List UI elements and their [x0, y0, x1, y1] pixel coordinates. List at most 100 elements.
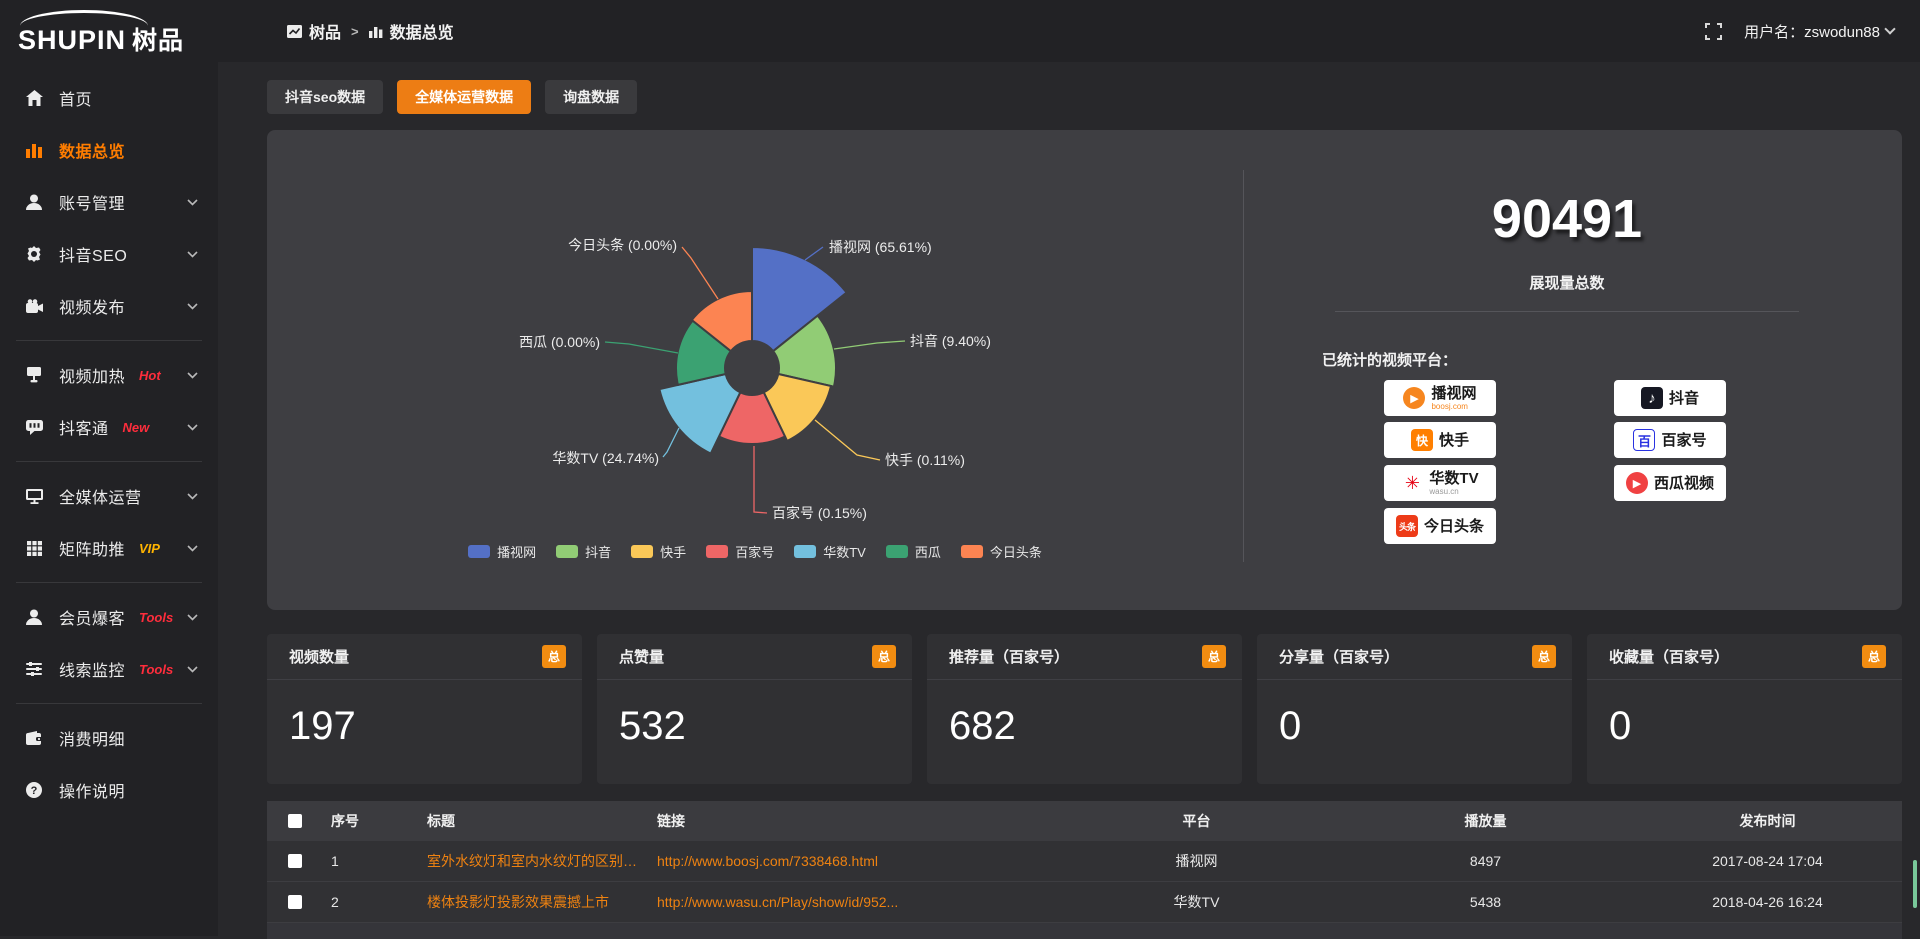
- legend-item-今日头条[interactable]: 今日头条: [961, 542, 1042, 561]
- sidebar-item-label: 账号管理: [59, 190, 125, 214]
- stat-card-favorites: 收藏量（百家号）总 0: [1587, 634, 1902, 784]
- tab-douyin-seo-data[interactable]: 抖音seo数据: [267, 80, 383, 114]
- platform-badge-boosj: ▶ 播视网 boosj.com: [1384, 380, 1496, 416]
- sidebar-item-label: 消费明细: [59, 726, 125, 750]
- stat-card-recommends: 推荐量（百家号）总 682: [927, 634, 1242, 784]
- platform-name: 快手: [1439, 433, 1469, 448]
- stat-card-title: 点赞量: [619, 646, 664, 667]
- bar-chart-icon: [369, 25, 383, 38]
- breadcrumb-current[interactable]: 数据总览: [369, 19, 454, 43]
- data-tabs: 抖音seo数据 全媒体运营数据 询盘数据: [267, 80, 637, 114]
- rose-pie-chart[interactable]: 播视网 (65.61%)抖音 (9.40%)快手 (0.11%)百家号 (0.1…: [267, 130, 1243, 610]
- col-header-platform: 平台: [1055, 811, 1338, 831]
- pie-label-line: [682, 247, 718, 299]
- tools-badge: Tools: [139, 662, 173, 677]
- sidebar-item-doukertong[interactable]: 抖客通 New: [0, 401, 218, 453]
- cell-url-link[interactable]: http://www.wasu.cn/Play/show/id/952...: [649, 894, 1055, 910]
- col-header-time: 发布时间: [1633, 811, 1902, 831]
- platform-name: 抖音: [1669, 391, 1699, 406]
- impressions-total-label: 展现量总数: [1335, 272, 1799, 293]
- legend-item-快手[interactable]: 快手: [631, 542, 686, 561]
- table-row[interactable]: 1 室外水纹灯和室内水纹灯的区别和简介 http://www.boosj.com…: [267, 841, 1902, 882]
- sidebar-item-label: 矩阵助推: [59, 536, 125, 560]
- tools-badge: Tools: [139, 610, 173, 625]
- summary-divider: [1335, 311, 1799, 312]
- platforms-counted-label: 已统计的视频平台：: [1322, 349, 1457, 370]
- sidebar-item-video-publish[interactable]: 视频发布: [0, 280, 218, 332]
- cell-title-link[interactable]: 室外水纹灯和室内水纹灯的区别和简介: [419, 851, 649, 871]
- sidebar-item-home[interactable]: 首页: [0, 72, 218, 124]
- legend-label: 华数TV: [823, 542, 866, 561]
- cell-time: 2018-04-26 16:24: [1633, 894, 1902, 910]
- pie-label: 快手 (0.11%): [885, 452, 965, 468]
- legend-color-chip: [794, 545, 816, 558]
- sidebar-item-omnimedia[interactable]: 全媒体运营: [0, 470, 218, 522]
- baijiahao-logo-icon: 百: [1633, 429, 1655, 451]
- breadcrumb-root[interactable]: 树品: [287, 19, 341, 43]
- sidebar-item-member-baoke[interactable]: 会员爆客 Tools: [0, 591, 218, 643]
- wasu-logo-icon: ✳: [1401, 472, 1423, 494]
- sidebar-item-label: 抖音SEO: [59, 242, 127, 266]
- total-badge[interactable]: 总: [1532, 645, 1556, 668]
- tab-inquiry-data[interactable]: 询盘数据: [545, 80, 637, 114]
- stat-card-value: 0: [1587, 680, 1902, 749]
- user-menu[interactable]: 用户名：zswodun88: [1744, 21, 1894, 42]
- scrollbar-thumb[interactable]: [1913, 860, 1917, 908]
- impressions-total-value: 90491: [1335, 188, 1799, 250]
- sidebar-item-spend-detail[interactable]: 消费明细: [0, 712, 218, 764]
- monitor-icon: [24, 489, 44, 504]
- board-icon: [287, 25, 302, 38]
- total-badge[interactable]: 总: [872, 645, 896, 668]
- legend-item-西瓜[interactable]: 西瓜: [886, 542, 941, 561]
- sliders-icon: [24, 662, 44, 676]
- sidebar-item-label: 会员爆客: [59, 605, 125, 629]
- platform-badge-xigua: ▶ 西瓜视频: [1614, 465, 1726, 501]
- sidebar-item-instructions[interactable]: ? 操作说明: [0, 764, 218, 816]
- chevron-down-icon: [187, 297, 198, 315]
- cell-platform: 播视网: [1055, 851, 1338, 871]
- sidebar-item-douyin-seo[interactable]: 抖音SEO: [0, 228, 218, 280]
- pie-label: 西瓜 (0.00%): [519, 334, 600, 350]
- billboard-icon: [24, 367, 44, 383]
- chevron-down-icon: [187, 487, 198, 505]
- cell-seq: 1: [323, 853, 419, 869]
- logo-text: SHUPIN树品: [18, 21, 184, 57]
- chat-bubble-icon: [24, 420, 44, 435]
- total-badge[interactable]: 总: [542, 645, 566, 668]
- legend-item-华数TV[interactable]: 华数TV: [794, 542, 866, 561]
- sidebar-item-label: 数据总览: [59, 138, 125, 162]
- stat-card-shares: 分享量（百家号）总 0: [1257, 634, 1572, 784]
- stat-card-value: 682: [927, 680, 1242, 749]
- sidebar-item-lead-monitor[interactable]: 线索监控 Tools: [0, 643, 218, 695]
- sidebar-item-matrix-boost[interactable]: 矩阵助推 VIP: [0, 522, 218, 574]
- pie-label-line: [834, 341, 905, 349]
- row-checkbox[interactable]: [288, 854, 302, 868]
- fullscreen-icon[interactable]: [1705, 23, 1722, 40]
- legend-item-百家号[interactable]: 百家号: [706, 542, 774, 561]
- legend-label: 西瓜: [915, 542, 941, 561]
- sidebar-item-label: 操作说明: [59, 778, 125, 802]
- legend-item-播视网[interactable]: 播视网: [468, 542, 536, 561]
- table-row[interactable]: 2 楼体投影灯投影效果震撼上市 http://www.wasu.cn/Play/…: [267, 882, 1902, 923]
- legend-item-抖音[interactable]: 抖音: [556, 542, 611, 561]
- sidebar-item-account[interactable]: 账号管理: [0, 176, 218, 228]
- gear-icon: [24, 246, 44, 262]
- sidebar-item-data-overview[interactable]: 数据总览: [0, 124, 218, 176]
- cell-url-link[interactable]: http://www.boosj.com/7338468.html: [649, 853, 1055, 869]
- total-badge[interactable]: 总: [1202, 645, 1226, 668]
- platform-name: 播视网: [1431, 386, 1476, 401]
- legend-color-chip: [631, 545, 653, 558]
- tab-omnimedia-data[interactable]: 全媒体运营数据: [397, 80, 531, 114]
- sidebar-item-video-heating[interactable]: 视频加热 Hot: [0, 349, 218, 401]
- svg-text:?: ?: [31, 785, 38, 797]
- cell-title-link[interactable]: 楼体投影灯投影效果震撼上市: [419, 892, 649, 912]
- wallet-icon: [24, 731, 44, 745]
- boosj-logo-icon: ▶: [1403, 387, 1425, 409]
- row-checkbox[interactable]: [288, 895, 302, 909]
- select-all-checkbox[interactable]: [288, 814, 302, 828]
- total-badge[interactable]: 总: [1862, 645, 1886, 668]
- sidebar-nav: 首页 数据总览 账号管理 抖音SEO 视频发布 视频加热 Hot 抖客通 New…: [0, 62, 218, 936]
- videos-table: 序号 标题 链接 平台 播放量 发布时间 1 室外水纹灯和室内水纹灯的区别和简介…: [267, 801, 1902, 939]
- breadcrumb-current-label: 数据总览: [390, 19, 454, 43]
- douyin-logo-icon: ♪: [1641, 387, 1663, 409]
